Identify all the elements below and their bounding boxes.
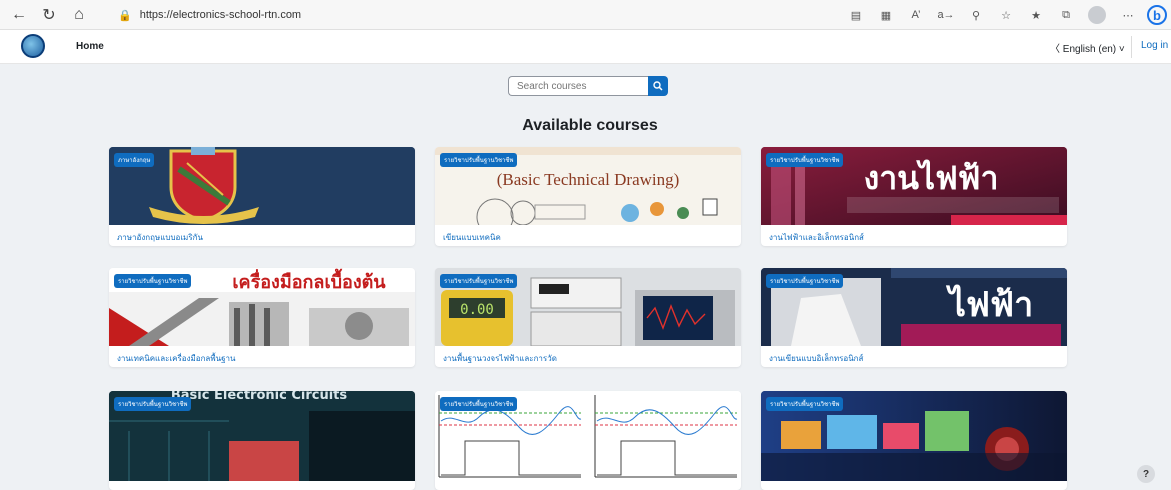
course-badge: รายวิชาปรับพื้นฐานวิชาชีพ [440, 274, 518, 288]
search-input[interactable] [508, 76, 648, 96]
course-card[interactable]: รายวิชาปรับพื้นฐานวิชาชีพ [435, 391, 741, 490]
course-image: Basic Electronic Circuits รายวิชาปรับพื้… [109, 391, 415, 481]
chevron-down-icon: ˅ [1118, 44, 1125, 55]
course-badge: รายวิชาปรับพื้นฐานวิชาชีพ [440, 153, 518, 167]
course-image: (Basic Technical Drawing) รายวิชาปรับพื้… [435, 147, 741, 225]
course-search [508, 76, 670, 96]
course-title[interactable]: งานพื้นฐานวงจรไฟฟ้าและการวัด [443, 352, 557, 365]
zoom-icon[interactable]: ⚲ [965, 4, 987, 26]
course-banner-text: Basic Electronic Circuits [171, 391, 348, 403]
course-image: ไฟฟ้า รายวิชาปรับพื้นฐานวิชาชีพ [761, 268, 1067, 346]
course-image: 0.00 รายวิชาปรับพื้นฐานวิชาชีพ [435, 268, 741, 346]
url-text: https://electronics-school-rtn.com [139, 9, 302, 21]
browser-toolbar: ← ↻ ⌂ 🔒 https://electronics-school-rtn.c… [0, 0, 1171, 30]
course-card[interactable]: เครื่องมือกลเบื้องต้น รายวิชาปรับพื้นฐาน… [109, 268, 415, 367]
course-badge: รายวิชาปรับพื้นฐานวิชาชีพ [114, 397, 192, 411]
course-banner-text: เครื่องมือกลเบื้องต้น [232, 268, 386, 293]
help-button[interactable]: ? [1137, 465, 1155, 483]
course-card[interactable]: ภาษาอังกฤษ ภาษาอังกฤษแบบอเมริกัน [109, 147, 415, 246]
course-banner-text: 0.00 [460, 302, 494, 318]
nav-home[interactable]: Home [76, 41, 104, 52]
refresh-icon[interactable]: ↻ [38, 4, 60, 26]
course-badge: รายวิชาปรับพื้นฐานวิชาชีพ [766, 274, 844, 288]
apps-icon[interactable]: ▦ [875, 4, 897, 26]
course-title[interactable]: งานไฟฟ้าและอิเล็กทรอนิกส์ [769, 231, 864, 244]
page-title: Available courses [522, 117, 658, 134]
back-icon[interactable]: ← [8, 4, 30, 26]
home-icon[interactable]: ⌂ [68, 4, 90, 26]
course-image: เครื่องมือกลเบื้องต้น รายวิชาปรับพื้นฐาน… [109, 268, 415, 346]
read-aloud-icon[interactable]: A’ [905, 4, 927, 26]
course-card[interactable]: รายวิชาปรับพื้นฐานวิชาชีพ [761, 391, 1067, 490]
course-badge: ภาษาอังกฤษ [114, 153, 155, 167]
course-image: รายวิชาปรับพื้นฐานวิชาชีพ [435, 391, 741, 481]
search-icon [653, 81, 663, 91]
course-card[interactable]: งานไฟฟ้า รายวิชาปรับพื้นฐานวิชาชีพ งานไฟ… [761, 147, 1067, 246]
course-banner-text: งานไฟฟ้า [864, 159, 999, 197]
address-bar[interactable]: 🔒 https://electronics-school-rtn.com [118, 5, 818, 25]
collections-icon[interactable]: ⧉ [1055, 4, 1077, 26]
search-button[interactable] [648, 76, 668, 96]
login-link[interactable]: Log in [1141, 40, 1168, 51]
language-menu[interactable]: 〈 English (en) ˅ [1050, 40, 1125, 55]
course-title[interactable]: งานเทคนิคและเครื่องมือกลพื้นฐาน [117, 352, 235, 365]
lock-icon: 🔒 [118, 9, 132, 22]
site-logo[interactable] [21, 34, 45, 58]
course-title[interactable]: เขียนแบบเทคนิค [443, 231, 501, 244]
course-badge: รายวิชาปรับพื้นฐานวิชาชีพ [440, 397, 518, 411]
course-image: รายวิชาปรับพื้นฐานวิชาชีพ [761, 391, 1067, 481]
course-card[interactable]: 0.00 รายวิชาปรับพื้นฐานวิชาชีพ งานพื้นฐา… [435, 268, 741, 367]
course-title[interactable]: ภาษาอังกฤษแบบอเมริกัน [117, 231, 203, 244]
course-badge: รายวิชาปรับพื้นฐานวิชาชีพ [766, 397, 844, 411]
favorites-icon[interactable]: ★ [1025, 4, 1047, 26]
course-card[interactable]: (Basic Technical Drawing) รายวิชาปรับพื้… [435, 147, 741, 246]
language-icon: 〈 [1050, 44, 1060, 55]
language-label: English (en) [1062, 44, 1117, 55]
course-card[interactable]: ไฟฟ้า รายวิชาปรับพื้นฐานวิชาชีพ งานเขียน… [761, 268, 1067, 367]
course-badge: รายวิชาปรับพื้นฐานวิชาชีพ [766, 153, 844, 167]
profile-avatar[interactable] [1088, 6, 1106, 24]
header-divider [1131, 36, 1132, 58]
reader-view-icon[interactable]: ▤ [845, 4, 867, 26]
course-banner-text: ไฟฟ้า [946, 284, 1033, 325]
bing-icon[interactable]: b [1147, 5, 1167, 25]
course-image: ภาษาอังกฤษ [109, 147, 415, 225]
course-badge: รายวิชาปรับพื้นฐานวิชาชีพ [114, 274, 192, 288]
course-title[interactable]: งานเขียนแบบอิเล็กทรอนิกส์ [769, 352, 863, 365]
site-header: Home 〈 English (en) ˅ Log in [0, 30, 1171, 64]
course-banner-text: (Basic Technical Drawing) [497, 170, 680, 189]
favorite-add-icon[interactable]: ☆ [995, 4, 1017, 26]
browser-tools: ▤ ▦ A’ a→ ⚲ ☆ ★ ⧉ ⋯ b [841, 4, 1171, 26]
course-card[interactable]: Basic Electronic Circuits รายวิชาปรับพื้… [109, 391, 415, 490]
course-image: งานไฟฟ้า รายวิชาปรับพื้นฐานวิชาชีพ [761, 147, 1067, 225]
more-icon[interactable]: ⋯ [1117, 4, 1139, 26]
translate-icon[interactable]: a→ [935, 4, 957, 26]
